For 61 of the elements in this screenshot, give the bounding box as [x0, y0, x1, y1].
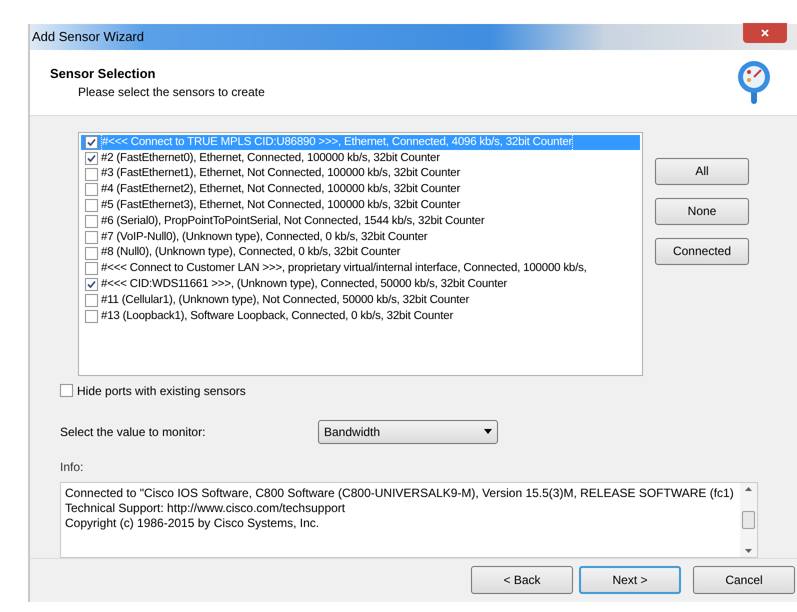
wizard-button[interactable]: < Back [471, 566, 573, 594]
sensor-list-item[interactable]: #8 (Null0), (Unknown type), Connected, 0 kb/s, 32bit Counter [81, 245, 640, 261]
checkbox[interactable] [85, 168, 98, 181]
sensor-label: #2 (FastEthernet0), Ethernet, Connected, 100000 kb/s, 32bit Counter [101, 150, 440, 166]
sensor-list-item[interactable]: #2 (FastEthernet0), Ethernet, Connected, 100000 kb/s, 32bit Counter [81, 150, 640, 166]
window-title: Add Sensor Wizard [31, 28, 144, 46]
wizard-button[interactable]: Cancel [693, 566, 795, 594]
checkbox[interactable] [85, 310, 98, 323]
sensor-list-item[interactable]: #<<< CID:WDS11661 >>>, (Unknown type), Connected, 50000 kb/s, 32bit Counter [81, 276, 640, 293]
checkbox[interactable] [85, 262, 98, 276]
sensor-list-item[interactable]: #3 (FastEthernet1), Ethernet, Not Connected, 100000 kb/s, 32bit Counter [81, 166, 640, 182]
sensor-label: #5 (FastEthernet3), Ethernet, Not Connected, 100000 kb/s, 32bit Counter [101, 198, 460, 214]
sensor-list-item[interactable]: #7 (VoIP-Null0), (Unknown type), Connected, 0 kb/s, 32bit Counter [81, 229, 640, 246]
scroll-down-icon [745, 548, 752, 553]
close-icon [761, 28, 769, 37]
checkbox[interactable] [85, 230, 98, 244]
dropdown-caret-icon [484, 429, 492, 434]
wizard-button[interactable]: Next > [579, 566, 681, 594]
header-subtitle: Please select the sensors to create [77, 84, 266, 102]
sensor-list-item[interactable]: #5 (FastEthernet3), Ethernet, Not Connected, 100000 kb/s, 32bit Counter [81, 198, 640, 214]
sensor-label: #8 (Null0), (Unknown type), Connected, 0 kb/s, 32bit Counter [101, 245, 400, 260]
checkbox[interactable] [60, 384, 73, 398]
checkbox[interactable] [85, 183, 98, 196]
sensor-list-item[interactable]: #<<< Connect to Customer LAN >>>, proprietary virtual/internal interface, Connected, 100000 kb/s, [81, 260, 640, 277]
list-filter-button[interactable]: None [655, 198, 749, 225]
checkbox[interactable] [85, 278, 98, 292]
info-text: Technical Support: http://www.cisco.com/techsupport [65, 500, 346, 516]
sensor-label: #4 (FastEthernet2), Ethernet, Not Connected, 100000 kb/s, 32bit Counter [101, 182, 460, 198]
sensor-label: #3 (FastEthernet1), Ethernet, Not Connected, 100000 kb/s, 32bit Counter [101, 166, 460, 182]
sensor-list-item[interactable]: #6 (Serial0), PropPointToPointSerial, Not Connected, 1544 kb/s, 32bit Counter [81, 214, 640, 230]
checkmark-icon [87, 280, 96, 290]
hide-ports-label: Hide ports with existing sensors [77, 382, 246, 400]
sensor-list-item[interactable]: #4 (FastEthernet2), Ethernet, Not Connected, 100000 kb/s, 32bit Counter [81, 182, 640, 198]
checkbox[interactable] [85, 152, 98, 165]
info-text: Copyright (c) 1986-2015 by Cisco Systems, Inc. [65, 516, 320, 531]
sensor-label: #11 (Cellular1), (Unknown type), Not Connected, 50000 kb/s, 32bit Counter [101, 292, 470, 308]
list-filter-button[interactable]: All [655, 158, 749, 185]
list-filter-button[interactable]: Connected [655, 238, 749, 265]
sensor-label: #7 (VoIP-Null0), (Unknown type), Connected, 0 kb/s, 32bit Counter [101, 230, 428, 245]
monitor-dropdown[interactable]: Bandwidth [318, 420, 498, 444]
scroll-up-icon [745, 486, 752, 491]
sensor-label: #6 (Serial0), PropPointToPointSerial, Not Connected, 1544 kb/s, 32bit Counter [101, 214, 484, 229]
checkbox[interactable] [85, 136, 98, 149]
monitor-label: Select the value to monitor: [60, 424, 206, 441]
sensor-list-item[interactable]: #13 (Loopback1), Software Loopback, Connected, 0 kb/s, 32bit Counter [81, 308, 640, 324]
close-button[interactable] [743, 22, 787, 43]
sensor-label: #<<< Connect to Customer LAN >>>, proprietary virtual/internal interface, Connected, 100000 kb/s, [101, 261, 587, 276]
info-text: Connected to "Cisco IOS Software, C800 Software (C800-UNIVERSALK9-M), Version 15.5(3)M, RELEASE SOFTWARE (fc1) [65, 486, 735, 501]
scroll-thumb[interactable] [742, 510, 755, 529]
scrollbar[interactable] [740, 482, 757, 557]
sensor-label: #<<< Connect to TRUE MPLS CID:U86890 >>>, Ethernet, Connected, 4096 kb/s, 32bit Counter [101, 132, 574, 152]
info-label: Info: [60, 458, 84, 476]
header-title: Sensor Selection [50, 64, 156, 83]
sensor-label: #<<< CID:WDS11661 >>>, (Unknown type), Connected, 50000 kb/s, 32bit Counter [101, 277, 508, 292]
checkbox[interactable] [85, 246, 98, 260]
sensor-label: #13 (Loopback1), Software Loopback, Connected, 0 kb/s, 32bit Counter [101, 308, 454, 324]
sensor-list-item[interactable]: #11 (Cellular1), (Unknown type), Not Connected, 50000 kb/s, 32bit Counter [81, 292, 640, 308]
sensor-gauge-icon [737, 60, 771, 106]
checkbox[interactable] [85, 214, 98, 228]
checkbox[interactable] [85, 199, 98, 212]
checkbox[interactable] [85, 294, 98, 307]
